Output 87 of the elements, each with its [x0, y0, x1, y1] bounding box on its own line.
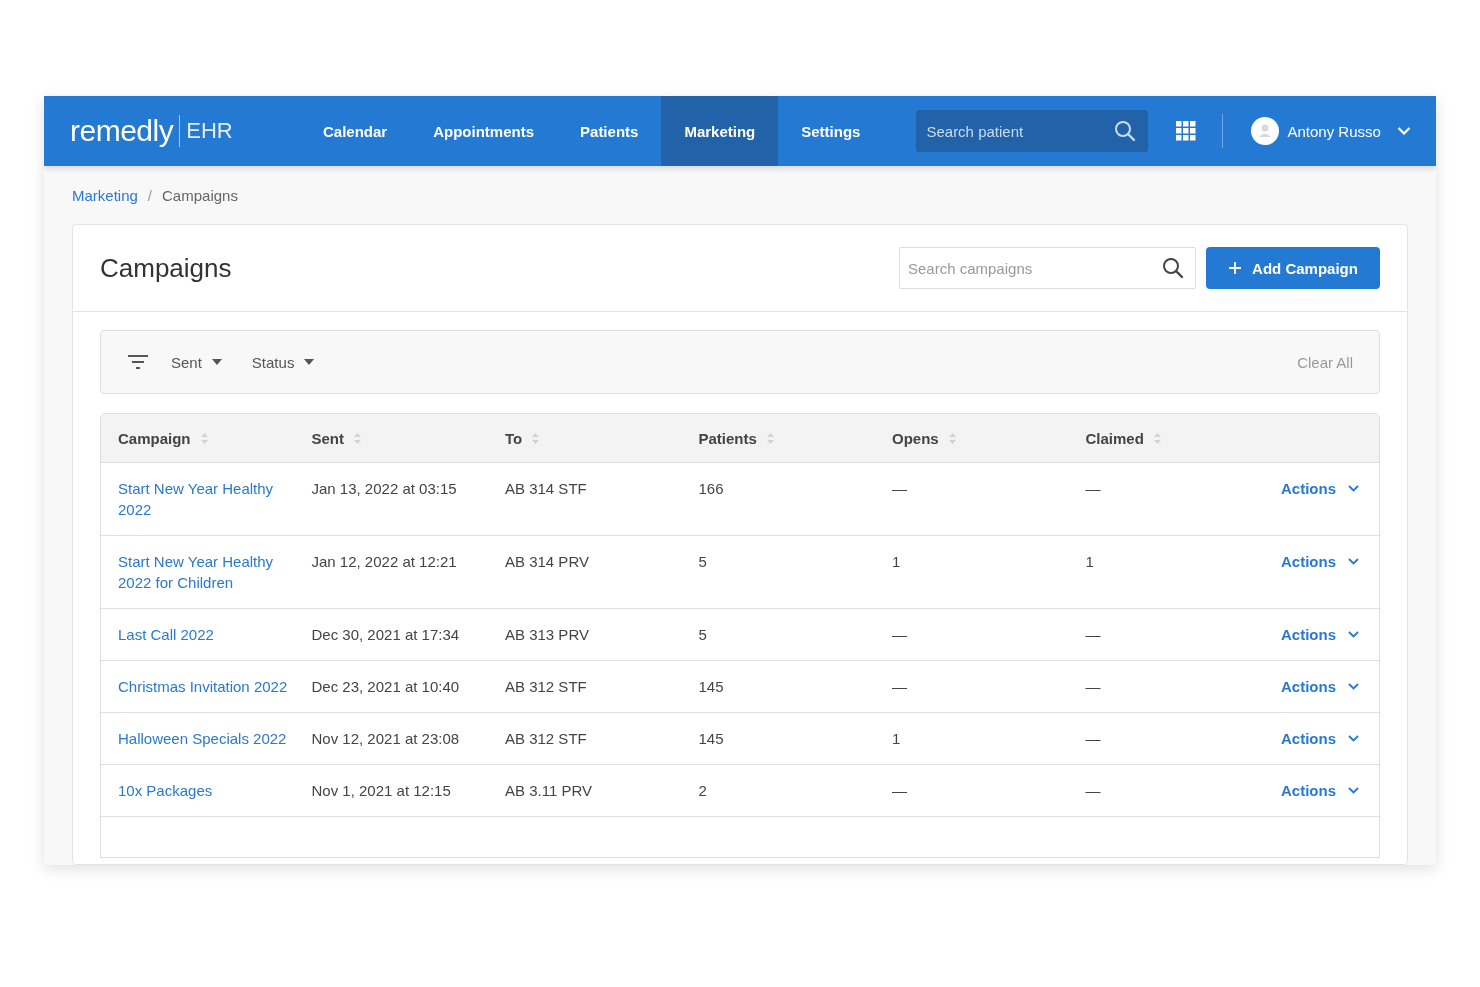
breadcrumb-separator: / [147, 186, 153, 204]
campaign-link[interactable]: Last Call 2022 [118, 624, 290, 645]
nav-tab[interactable]: Appointments [410, 96, 558, 166]
actions-dropdown[interactable]: Actions [1281, 728, 1359, 749]
caret-icon [304, 359, 315, 365]
table-cell: Dec 23, 2021 at 10:40 [311, 678, 460, 695]
chevron-down-icon [1348, 631, 1359, 638]
table-cell: — [892, 678, 907, 695]
column-header[interactable]: Patients [698, 429, 892, 447]
avatar-icon [1251, 117, 1280, 145]
table-cell: 5 [698, 553, 707, 570]
actions-dropdown[interactable]: Actions [1281, 780, 1359, 801]
clear-all-button[interactable]: Clear All [1297, 353, 1353, 371]
table-cell: — [892, 782, 907, 799]
actions-dropdown[interactable]: Actions [1281, 478, 1359, 499]
sort-icon [1153, 432, 1161, 444]
table-cell: AB 314 PRV [505, 553, 589, 570]
breadcrumb-current: Campaigns [162, 186, 238, 204]
table-cell: 1 [892, 553, 901, 570]
table-cell: AB 312 STF [505, 678, 587, 695]
product-name: EHR [185, 118, 233, 144]
nav-tab[interactable]: Patients [557, 96, 662, 166]
table-cell: 145 [698, 730, 724, 747]
table-cell: Nov 1, 2021 at 12:15 [311, 782, 451, 799]
chevron-down-icon [1348, 787, 1359, 794]
table-cell: AB 3.11 PRV [505, 782, 592, 799]
column-header[interactable]: Campaign [118, 429, 312, 447]
search-icon [1114, 120, 1137, 142]
chevron-down-icon [1348, 735, 1359, 742]
table-cell: — [1085, 782, 1101, 799]
nav-tab[interactable]: Settings [778, 96, 884, 166]
table-cell: — [1085, 730, 1101, 747]
campaign-link[interactable]: Christmas Invitation 2022 [118, 676, 290, 697]
table-cell: — [892, 626, 907, 643]
sort-icon [948, 432, 956, 444]
caret-icon [211, 359, 222, 365]
filter-icon[interactable] [127, 354, 149, 370]
table-cell: — [1085, 626, 1101, 643]
sort-icon [532, 432, 540, 444]
sort-icon [354, 432, 361, 444]
table-cell: — [1085, 678, 1101, 695]
sort-icon [766, 432, 774, 444]
column-header[interactable]: Opens [892, 429, 1086, 447]
table-cell: 1 [892, 730, 901, 747]
table-cell: Nov 12, 2021 at 23:08 [311, 730, 460, 747]
table-cell: Dec 30, 2021 at 17:34 [311, 626, 460, 643]
chevron-down-icon [1348, 485, 1359, 492]
table-cell: 5 [698, 626, 707, 643]
table-cell: AB 314 STF [505, 480, 587, 497]
user-name[interactable]: Antony Russo [1287, 122, 1381, 140]
patient-search-field[interactable]: Search patient [916, 110, 1149, 152]
table-cell: Jan 13, 2022 at 03:15 [311, 480, 457, 497]
table-cell: AB 313 PRV [505, 626, 589, 643]
chevron-down-icon[interactable] [1396, 126, 1411, 136]
campaign-link[interactable]: 10x Packages [118, 780, 290, 801]
actions-dropdown[interactable]: Actions [1281, 624, 1359, 645]
filter-dropdown[interactable]: Status [251, 353, 323, 371]
actions-dropdown[interactable]: Actions [1281, 551, 1359, 572]
sort-icon [200, 432, 208, 444]
campaign-search-field[interactable]: Search campaigns [899, 247, 1196, 289]
table-cell: 1 [1085, 553, 1094, 570]
page-title: Campaigns [100, 252, 233, 284]
column-header[interactable]: To [505, 429, 699, 447]
nav-tab[interactable]: Marketing [661, 96, 779, 166]
column-header[interactable]: Claimed [1085, 429, 1279, 447]
table-cell: — [1085, 480, 1101, 497]
table-cell: Jan 12, 2022 at 12:21 [311, 553, 457, 570]
search-icon [1162, 257, 1184, 279]
filter-dropdown[interactable]: Sent [171, 353, 230, 371]
table-cell: — [892, 480, 907, 497]
table-cell: 166 [698, 480, 724, 497]
table-cell: 145 [698, 678, 724, 695]
nav-tab[interactable]: Calendar [300, 96, 411, 166]
chevron-down-icon [1348, 683, 1359, 690]
actions-dropdown[interactable]: Actions [1281, 676, 1359, 697]
campaign-link[interactable]: Start New Year Healthy 2022 [118, 478, 290, 520]
campaign-link[interactable]: Halloween Specials 2022 [118, 728, 290, 749]
chevron-down-icon [1348, 558, 1359, 565]
add-campaign-button[interactable]: Add Campaign [1206, 247, 1380, 289]
apps-grid-icon[interactable] [1176, 121, 1197, 141]
plus-icon [1228, 261, 1243, 275]
table-cell: 2 [698, 782, 707, 799]
column-header[interactable]: Sent [311, 429, 505, 447]
breadcrumb-link[interactable]: Marketing [72, 186, 138, 204]
brand-logo: remedly [70, 115, 181, 147]
table-cell: AB 312 STF [505, 730, 587, 747]
campaign-link[interactable]: Start New Year Healthy 2022 for Children [118, 551, 290, 593]
